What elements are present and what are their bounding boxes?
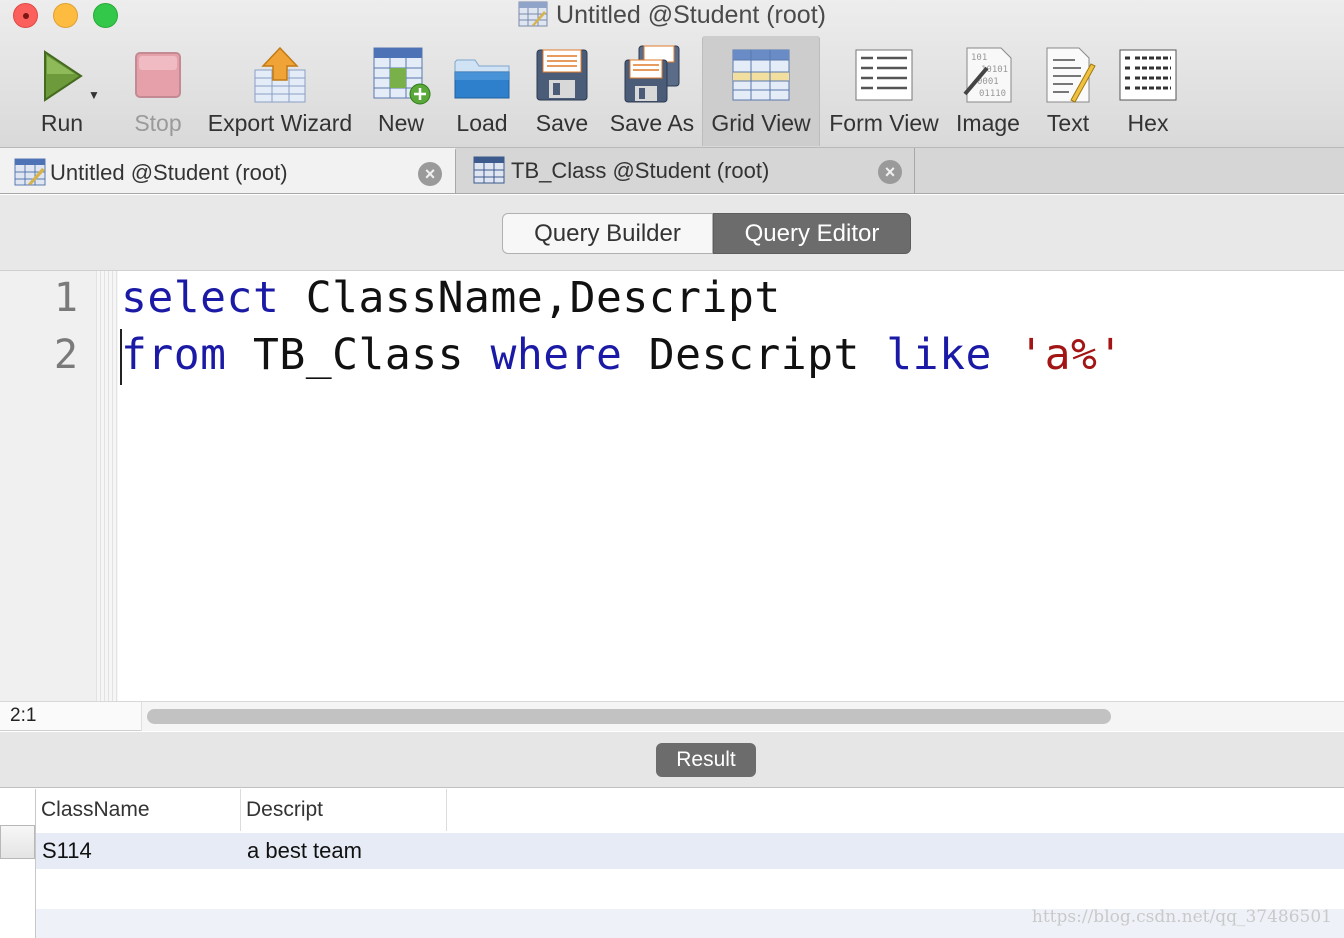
result-tab[interactable]: Result (656, 743, 756, 777)
result-bar: Result (0, 732, 1344, 788)
hex-grid-icon (1119, 49, 1177, 101)
load-label: Load (456, 110, 508, 136)
sql-text: TB_Class (226, 330, 491, 380)
text-cursor (120, 329, 122, 385)
floppy-disk-icon (536, 49, 588, 101)
save-button[interactable]: Save (526, 36, 598, 146)
run-button[interactable]: ▼ Run (20, 36, 104, 146)
sql-text: Descript (622, 330, 887, 380)
sql-keyword: from (121, 330, 227, 380)
folder-icon (454, 59, 510, 99)
form-view-button[interactable]: Form View (826, 36, 942, 146)
cursor-position: 2:1 (10, 705, 37, 726)
toolbar: Untitled @Student (root) ▼ Run Stop Expo… (0, 0, 1344, 148)
query-document-icon (14, 158, 46, 186)
result-grid[interactable]: ClassName Descript S114 a best team http… (0, 789, 1344, 938)
sql-editor[interactable]: 1 2 select ClassName,Descript from TB_Cl… (0, 271, 1344, 701)
save-label: Save (535, 110, 589, 136)
tab-label: TB_Class @Student (root) (511, 158, 770, 183)
line-number: 1 (53, 275, 78, 321)
table-row[interactable]: S114 a best team (36, 833, 1344, 869)
editor-status-bar: 2:1 (0, 701, 1344, 731)
sql-keyword: where (490, 330, 623, 380)
line-number: 2 (53, 332, 78, 378)
code-line-1[interactable]: select ClassName,Descript (121, 273, 781, 323)
tab-untitled-student[interactable]: Untitled @Student (root) × (0, 148, 456, 193)
export-wizard-button[interactable]: Export Wizard (204, 36, 356, 146)
sql-keyword: like (886, 330, 992, 380)
save-as-label: Save As (609, 110, 695, 136)
hex-label: Hex (1127, 110, 1169, 136)
table-cell[interactable]: a best team (241, 833, 447, 869)
stop-button[interactable]: Stop (118, 36, 198, 146)
row-header-column (0, 789, 36, 938)
export-wizard-icon (254, 46, 306, 103)
grid-view-button[interactable]: Grid View (702, 36, 820, 146)
run-icon (44, 50, 83, 102)
mode-bar: Query Builder Query Editor (0, 195, 1344, 271)
svg-text:01110: 01110 (979, 89, 1006, 99)
svg-text:101: 101 (971, 53, 987, 63)
save-as-icon (624, 45, 680, 103)
new-button[interactable]: New (364, 36, 438, 146)
column-header-classname[interactable]: ClassName (36, 789, 241, 831)
code-line-2[interactable]: from TB_Class where Descript like 'a%' (121, 330, 1124, 380)
table-cell[interactable]: S114 (36, 833, 241, 869)
load-button[interactable]: Load (446, 36, 518, 146)
form-view-label: Form View (829, 110, 939, 136)
hex-button[interactable]: Hex (1110, 36, 1186, 146)
sql-text: ClassName,Descript (279, 273, 781, 323)
tab-tb-class-student[interactable]: TB_Class @Student (root) × (457, 148, 915, 193)
close-tab-icon[interactable]: × (878, 160, 902, 184)
query-document-icon (518, 1, 548, 27)
tab-bar: Untitled @Student (root) × TB_Class @Stu… (0, 148, 1344, 194)
tab-label: Untitled @Student (root) (50, 160, 288, 185)
text-button[interactable]: Text (1034, 36, 1102, 146)
column-header-descript[interactable]: Descript (241, 789, 447, 831)
stop-icon (135, 52, 181, 98)
sql-string: 'a%' (1018, 330, 1124, 380)
empty-row (36, 869, 1344, 905)
sql-keyword: select (121, 273, 280, 323)
run-dropdown-icon[interactable]: ▼ (88, 88, 100, 102)
binary-image-icon: 101 10101 0001 01110 (963, 47, 1012, 103)
text-document-icon (1046, 47, 1096, 103)
grid-view-icon (732, 49, 790, 101)
table-icon (473, 156, 505, 184)
image-label: Image (956, 110, 1020, 136)
close-tab-icon[interactable]: × (418, 162, 442, 186)
fold-margin (96, 271, 118, 701)
window-title: Untitled @Student (root) (0, 1, 1344, 30)
query-editor-tab[interactable]: Query Editor (713, 213, 911, 254)
run-label: Run (40, 110, 84, 136)
stop-label: Stop (134, 110, 182, 136)
new-label: New (377, 110, 424, 136)
text-label: Text (1046, 110, 1090, 136)
export-wizard-label: Export Wizard (207, 110, 353, 136)
grid-view-label: Grid View (711, 110, 811, 136)
save-as-button[interactable]: Save As (606, 36, 698, 146)
row-selector[interactable] (0, 825, 35, 859)
form-view-icon (855, 49, 913, 101)
scrollbar-thumb[interactable] (147, 709, 1111, 724)
line-number-gutter: 1 2 (0, 271, 96, 701)
query-builder-tab[interactable]: Query Builder (502, 213, 713, 254)
new-query-icon (373, 47, 431, 105)
image-button[interactable]: 101 10101 0001 01110 Image (948, 36, 1028, 146)
horizontal-scrollbar[interactable] (141, 702, 1344, 731)
watermark: https://blog.csdn.net/qq_37486501 (1031, 907, 1332, 927)
